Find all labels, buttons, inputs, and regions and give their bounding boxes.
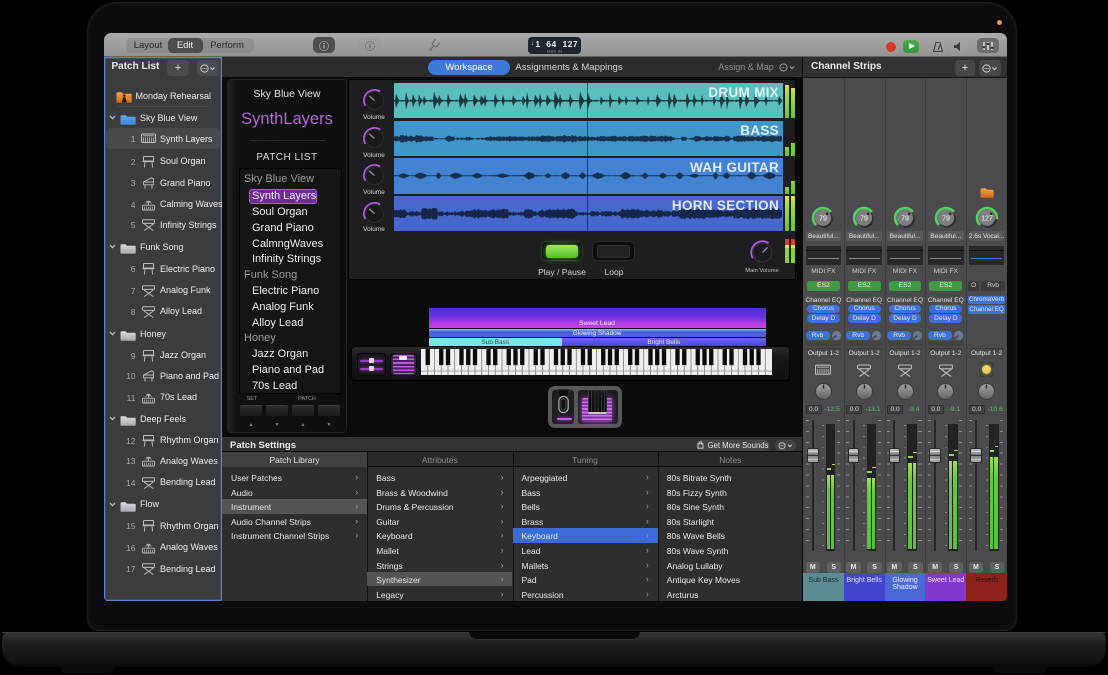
svg-text:79: 79 xyxy=(819,215,827,222)
svg-text:79: 79 xyxy=(860,215,868,222)
svg-text:79: 79 xyxy=(901,215,909,222)
svg-text:127: 127 xyxy=(981,215,993,222)
svg-text:79: 79 xyxy=(942,215,950,222)
